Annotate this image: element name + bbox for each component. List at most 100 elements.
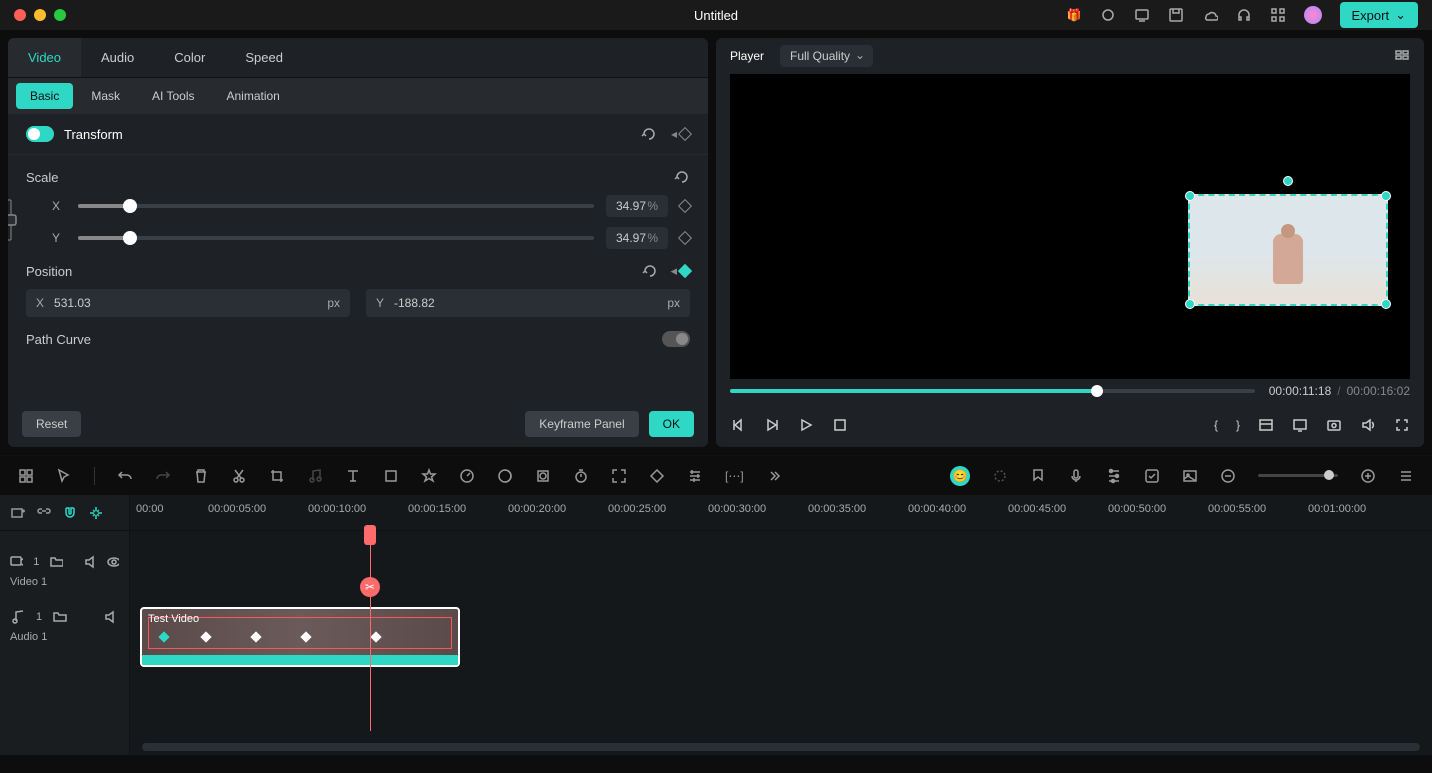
crop-icon[interactable] xyxy=(269,468,285,484)
mic-icon[interactable] xyxy=(1068,468,1084,484)
layout-icon[interactable] xyxy=(1258,417,1274,433)
resize-handle-tl[interactable] xyxy=(1185,191,1195,201)
resize-handle-br[interactable] xyxy=(1381,299,1391,309)
mixer-icon[interactable] xyxy=(1106,468,1122,484)
magnet-icon[interactable] xyxy=(62,505,78,521)
scale-x-value[interactable]: 34.97% xyxy=(606,195,668,217)
more-tools-icon[interactable]: [⋯] xyxy=(725,469,744,483)
timeline-clip[interactable]: Test Video xyxy=(140,607,460,667)
tab-video[interactable]: Video xyxy=(8,38,81,77)
subtab-aitools[interactable]: AI Tools xyxy=(138,83,208,109)
zoom-slider[interactable] xyxy=(1258,474,1338,477)
subtab-mask[interactable]: Mask xyxy=(77,83,134,109)
tab-color[interactable]: Color xyxy=(154,38,225,77)
effects-icon[interactable] xyxy=(421,468,437,484)
timeline-tracks-area[interactable]: 00:00 00:00:05:00 00:00:10:00 00:00:15:0… xyxy=(130,495,1432,755)
redo-icon[interactable] xyxy=(155,468,171,484)
position-x-field[interactable]: X px xyxy=(26,289,350,317)
prev-keyframe-position-icon[interactable]: ◂ xyxy=(670,263,677,279)
reset-position-icon[interactable] xyxy=(642,263,658,279)
cut-at-playhead-button[interactable]: ✂ xyxy=(360,577,380,597)
marker-icon[interactable] xyxy=(1030,468,1046,484)
prev-keyframe-icon[interactable]: ◂ xyxy=(671,127,677,141)
link-track-icon[interactable] xyxy=(36,505,52,521)
playhead[interactable]: ✂ xyxy=(370,531,371,731)
playhead-handle[interactable] xyxy=(364,525,376,545)
frame-icon[interactable] xyxy=(383,468,399,484)
gift-icon[interactable]: 🎁 xyxy=(1067,8,1082,22)
text-tool-icon[interactable] xyxy=(345,468,361,484)
pointer-tool-icon[interactable] xyxy=(56,468,72,484)
pathcurve-toggle[interactable] xyxy=(662,331,690,347)
tab-speed[interactable]: Speed xyxy=(225,38,303,77)
headphones-icon[interactable] xyxy=(1236,7,1252,23)
speed-tool-icon[interactable] xyxy=(459,468,475,484)
fullscreen-icon[interactable] xyxy=(1394,417,1410,433)
display-settings-icon[interactable] xyxy=(1292,417,1308,433)
record-icon[interactable] xyxy=(1100,7,1116,23)
mark-in-icon[interactable]: { xyxy=(1214,418,1218,432)
minimize-window-button[interactable] xyxy=(34,9,46,21)
stop-icon[interactable] xyxy=(832,417,848,433)
playback-progress[interactable] xyxy=(730,389,1255,393)
play-icon[interactable] xyxy=(798,417,814,433)
color-tool-icon[interactable] xyxy=(497,468,513,484)
ai-assistant-icon[interactable]: 😊 xyxy=(950,466,970,486)
position-x-input[interactable] xyxy=(54,296,327,310)
scale-y-keyframe-icon[interactable] xyxy=(678,231,692,245)
music-icon[interactable] xyxy=(307,468,323,484)
cut-tool-icon[interactable] xyxy=(231,468,247,484)
reset-scale-icon[interactable] xyxy=(674,169,690,185)
expand-icon[interactable] xyxy=(611,468,627,484)
play-pause-icon[interactable] xyxy=(764,417,780,433)
zoom-out-icon[interactable] xyxy=(1220,468,1236,484)
render-icon[interactable] xyxy=(992,468,1008,484)
folder-icon[interactable] xyxy=(49,554,62,570)
mute-video-icon[interactable] xyxy=(83,554,96,570)
prev-frame-icon[interactable] xyxy=(730,417,746,433)
save-icon[interactable] xyxy=(1168,7,1184,23)
resize-handle-bl[interactable] xyxy=(1185,299,1195,309)
snapshot-icon[interactable] xyxy=(1326,417,1342,433)
folder-audio-icon[interactable] xyxy=(52,609,68,625)
add-track-icon[interactable] xyxy=(10,505,26,521)
apps-icon[interactable] xyxy=(1270,7,1286,23)
display-icon[interactable] xyxy=(1134,7,1150,23)
transform-keyframe-icon[interactable] xyxy=(678,127,692,141)
reset-button[interactable]: Reset xyxy=(22,411,81,437)
subtab-basic[interactable]: Basic xyxy=(16,83,73,109)
link-xy-icon[interactable] xyxy=(8,195,18,245)
keyframe-tool-icon[interactable] xyxy=(649,468,665,484)
mute-audio-icon[interactable] xyxy=(103,609,119,625)
delete-icon[interactable] xyxy=(193,468,209,484)
snap-icon[interactable] xyxy=(88,505,104,521)
preview-viewport[interactable] xyxy=(730,74,1410,379)
scale-y-value[interactable]: 34.97% xyxy=(606,227,668,249)
effects2-icon[interactable] xyxy=(1144,468,1160,484)
adjust-icon[interactable] xyxy=(687,468,703,484)
rotate-handle[interactable] xyxy=(1283,176,1293,186)
scale-y-slider[interactable] xyxy=(78,236,594,240)
profile-avatar[interactable] xyxy=(1304,6,1322,24)
keyframe-panel-button[interactable]: Keyframe Panel xyxy=(525,411,638,437)
quality-select[interactable]: Full Quality xyxy=(780,45,873,67)
layout-tool-icon[interactable] xyxy=(18,468,34,484)
cloud-icon[interactable] xyxy=(1202,7,1218,23)
scale-x-keyframe-icon[interactable] xyxy=(678,199,692,213)
undo-icon[interactable] xyxy=(117,468,133,484)
image-icon[interactable] xyxy=(1182,468,1198,484)
transform-toggle[interactable] xyxy=(26,126,54,142)
mark-out-icon[interactable]: } xyxy=(1236,418,1240,432)
export-button[interactable]: Export ⌄ xyxy=(1340,2,1418,28)
subtab-animation[interactable]: Animation xyxy=(212,83,293,109)
list-view-icon[interactable] xyxy=(1398,468,1414,484)
overflow-icon[interactable] xyxy=(766,468,782,484)
selected-clip-overlay[interactable] xyxy=(1188,194,1388,306)
volume-icon[interactable] xyxy=(1360,417,1376,433)
visibility-icon[interactable] xyxy=(106,554,119,570)
mask-tool-icon[interactable] xyxy=(535,468,551,484)
timer-icon[interactable] xyxy=(573,468,589,484)
maximize-window-button[interactable] xyxy=(54,9,66,21)
position-keyframe-icon[interactable] xyxy=(678,264,692,278)
close-window-button[interactable] xyxy=(14,9,26,21)
